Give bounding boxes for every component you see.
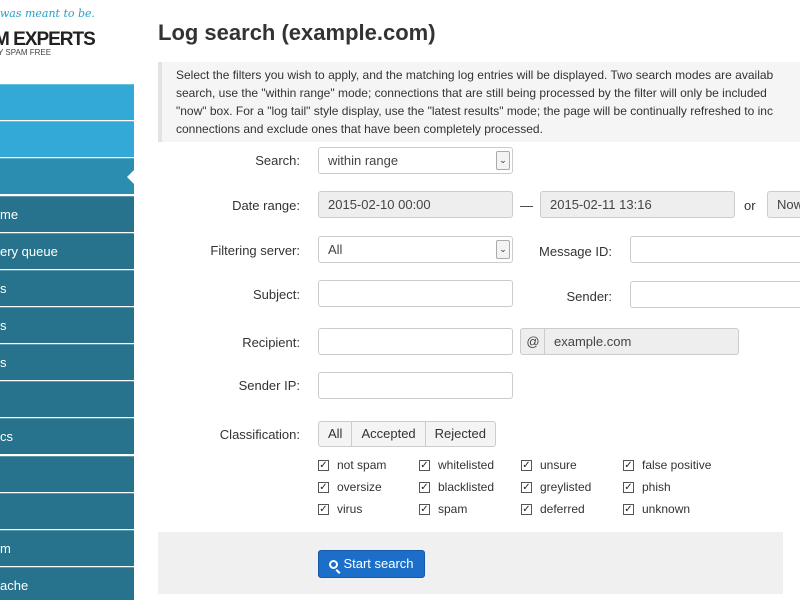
- sidebar-item[interactable]: s: [0, 344, 134, 380]
- checkmark-icon: ✓: [623, 504, 634, 515]
- intro-text: Select the filters you wish to apply, an…: [158, 62, 800, 142]
- at-symbol: @: [520, 328, 546, 355]
- classification-rejected-button[interactable]: Rejected: [424, 421, 496, 447]
- checkmark-icon: ✓: [623, 482, 634, 493]
- checkmark-icon: ✓: [419, 482, 430, 493]
- logo-tagline: I was meant to be.: [0, 7, 96, 20]
- message-id-input[interactable]: [630, 236, 800, 263]
- sidebar-item[interactable]: s: [0, 307, 134, 343]
- message-id-label: Message ID:: [539, 244, 612, 259]
- start-search-button[interactable]: Start search: [318, 550, 425, 578]
- page-title: Log search (example.com): [158, 20, 436, 45]
- sidebar-item[interactable]: ache: [0, 567, 134, 600]
- sender-ip-label: Sender IP:: [238, 378, 300, 393]
- filtering-server-label: Filtering server:: [210, 243, 300, 258]
- sender-label: Sender:: [566, 289, 612, 304]
- date-to-input[interactable]: 2015-02-11 13:16: [540, 191, 735, 218]
- search-mode-select[interactable]: within range ⌄: [318, 147, 513, 174]
- classification-label: Classification:: [219, 427, 300, 442]
- logo-subtext: Y SPAM FREE: [0, 48, 52, 57]
- date-or-label: or: [744, 198, 756, 213]
- sidebar-item[interactable]: [0, 84, 134, 120]
- sidebar-item[interactable]: [0, 493, 134, 529]
- sidebar-item[interactable]: me: [0, 196, 134, 232]
- date-separator: —: [520, 198, 533, 213]
- sidebar-item[interactable]: [0, 456, 134, 492]
- recipient-label: Recipient:: [242, 335, 300, 350]
- subject-input[interactable]: [318, 280, 513, 307]
- checkmark-icon: ✓: [318, 504, 329, 515]
- checkmark-icon: ✓: [521, 460, 532, 471]
- classification-all-button[interactable]: All: [318, 421, 353, 447]
- now-button[interactable]: Now: [767, 191, 800, 218]
- checkmark-icon: ✓: [419, 460, 430, 471]
- sidebar-item[interactable]: cs: [0, 418, 134, 454]
- sidebar-item[interactable]: [0, 121, 134, 157]
- checkmark-icon: ✓: [521, 482, 532, 493]
- sidebar: I was meant to be. M EXPERTS Y SPAM FREE…: [0, 0, 134, 600]
- date-range-label: Date range:: [232, 198, 300, 213]
- chevron-down-icon: ⌄: [496, 151, 510, 170]
- checkmark-icon: ✓: [318, 460, 329, 471]
- chevron-down-icon: ⌄: [496, 240, 510, 259]
- sidebar-item[interactable]: s: [0, 270, 134, 306]
- sidebar-item-active[interactable]: [0, 158, 134, 194]
- form-action-bar: [158, 532, 783, 594]
- subject-label: Subject:: [253, 287, 300, 302]
- sidebar-item[interactable]: ery queue: [0, 233, 134, 269]
- sender-input[interactable]: [630, 281, 800, 308]
- recipient-input[interactable]: [318, 328, 513, 355]
- checkmark-icon: ✓: [521, 504, 532, 515]
- sender-ip-input[interactable]: [318, 372, 513, 399]
- recipient-domain-field: example.com: [544, 328, 739, 355]
- classification-button-group: All Accepted Rejected: [318, 421, 496, 447]
- date-from-input[interactable]: 2015-02-10 00:00: [318, 191, 513, 218]
- search-icon: [329, 560, 339, 569]
- sidebar-item[interactable]: m: [0, 530, 134, 566]
- active-arrow-icon: [127, 170, 134, 184]
- checkmark-icon: ✓: [623, 460, 634, 471]
- checkmark-icon: ✓: [318, 482, 329, 493]
- filtering-server-select[interactable]: All ⌄: [318, 236, 513, 263]
- logo[interactable]: I was meant to be. M EXPERTS Y SPAM FREE: [0, 0, 134, 84]
- search-label: Search:: [255, 153, 300, 168]
- classification-accepted-button[interactable]: Accepted: [351, 421, 426, 447]
- checkmark-icon: ✓: [419, 504, 430, 515]
- sidebar-item[interactable]: [0, 381, 134, 417]
